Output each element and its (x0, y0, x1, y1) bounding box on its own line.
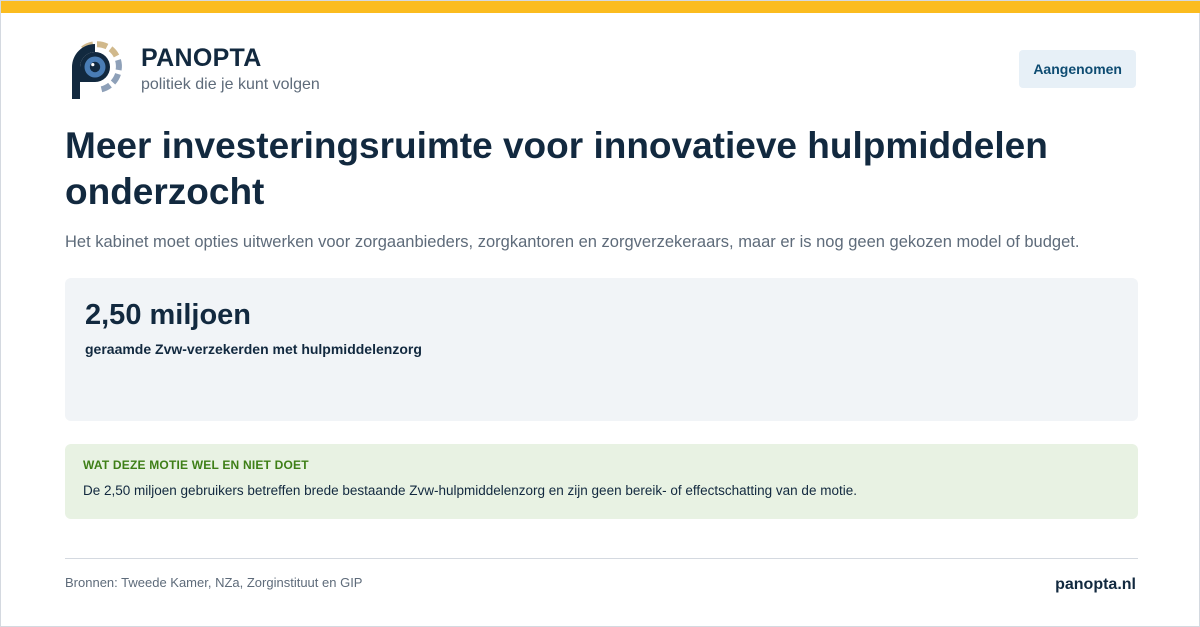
stat-label: geraamde Zvw-verzekerden met hulpmiddele… (85, 341, 422, 357)
note-heading: WAT DEZE MOTIE WEL EN NIET DOET (83, 458, 309, 472)
brand-block: PANOPTA politiek die je kunt volgen (141, 41, 320, 95)
sources-text: Bronnen: Tweede Kamer, NZa, Zorginstituu… (65, 575, 363, 590)
status-badge: Aangenomen (1019, 50, 1136, 88)
brand-header: PANOPTA politiek die je kunt volgen (69, 41, 320, 101)
site-url: panopta.nl (1055, 576, 1136, 593)
share-card: PANOPTA politiek die je kunt volgen Aang… (0, 0, 1200, 627)
brand-tagline: politiek die je kunt volgen (141, 76, 320, 93)
stat-value: 2,50 miljoen (85, 299, 252, 331)
stat-panel: 2,50 miljoen geraamde Zvw-verzekerden me… (65, 278, 1138, 421)
brand-name: PANOPTA (141, 44, 262, 72)
article-subtitle: Het kabinet moet opties uitwerken voor z… (65, 233, 1080, 251)
footer-divider (65, 558, 1138, 559)
motion-scope-note: WAT DEZE MOTIE WEL EN NIET DOET De 2,50 … (65, 444, 1138, 519)
accent-top-bar (1, 1, 1200, 13)
page-title: Meer investeringsruimte voor innovatieve… (65, 125, 1048, 212)
note-text: De 2,50 miljoen gebruikers betreffen bre… (83, 483, 857, 498)
eye-p-logo-icon (72, 41, 122, 99)
